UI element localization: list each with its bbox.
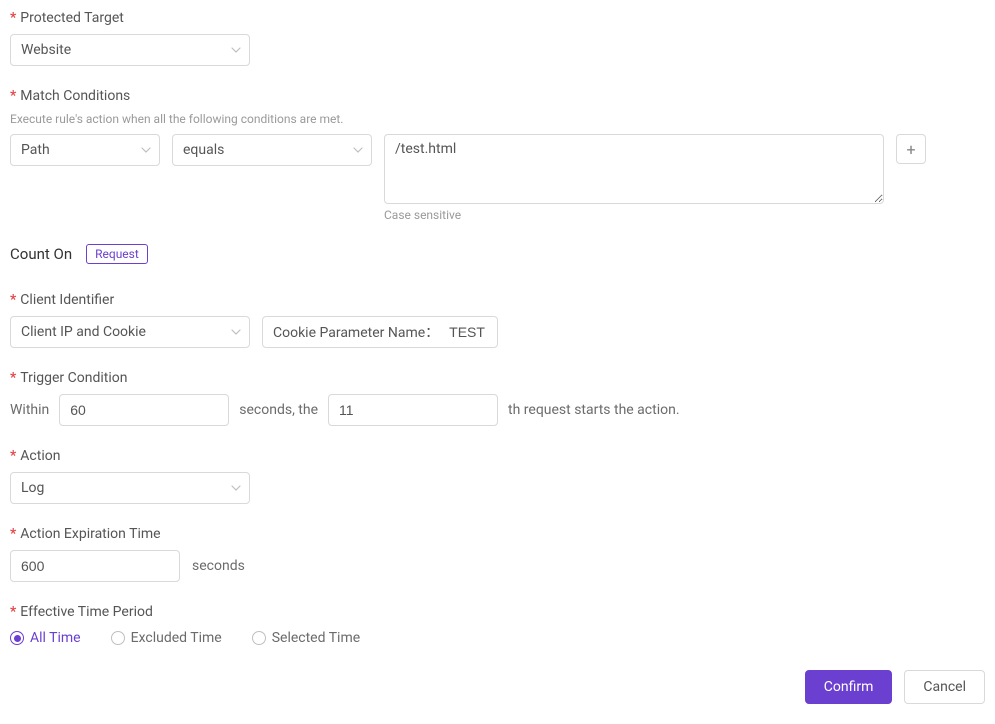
cookie-param-input[interactable] — [447, 323, 487, 341]
match-field-value: Path — [21, 142, 50, 158]
radio-all-time[interactable]: All Time — [10, 630, 81, 646]
radio-circle-icon — [10, 631, 24, 645]
radio-selected-time-label: Selected Time — [272, 630, 360, 646]
confirm-button[interactable]: Confirm — [805, 670, 893, 704]
match-conditions-hint: Execute rule's action when all the follo… — [10, 112, 985, 126]
action-select[interactable]: Log — [10, 472, 250, 504]
trigger-suffix-text: th request starts the action. — [508, 402, 680, 418]
action-label: * Action — [10, 448, 985, 464]
trigger-seconds-text: seconds, the — [239, 402, 318, 418]
chevron-down-icon — [141, 147, 151, 153]
match-operator-select[interactable]: equals — [172, 134, 372, 166]
action-expiration-input[interactable] — [10, 550, 180, 582]
cookie-parameter-group: Cookie Parameter Name： — [262, 316, 498, 348]
radio-circle-icon — [111, 631, 125, 645]
plus-icon: + — [906, 140, 915, 159]
case-sensitive-note: Case sensitive — [384, 208, 884, 222]
count-on-tag[interactable]: Request — [86, 244, 148, 264]
trigger-count-input[interactable] — [328, 394, 498, 426]
count-on-label: Count On — [10, 245, 72, 263]
client-identifier-label: * Client Identifier — [10, 292, 985, 308]
radio-selected-time[interactable]: Selected Time — [252, 630, 360, 646]
chevron-down-icon — [231, 47, 241, 53]
radio-circle-icon — [252, 631, 266, 645]
protected-target-label: * Protected Target — [10, 10, 985, 26]
cookie-param-label: Cookie Parameter Name： — [273, 322, 439, 342]
trigger-condition-label: * Trigger Condition — [10, 370, 985, 386]
cancel-button-label: Cancel — [923, 679, 966, 695]
trigger-within-text: Within — [10, 402, 49, 418]
chevron-down-icon — [353, 147, 363, 153]
client-identifier-select[interactable]: Client IP and Cookie — [10, 316, 250, 348]
radio-excluded-time-label: Excluded Time — [131, 630, 222, 646]
trigger-seconds-input[interactable] — [59, 394, 229, 426]
match-conditions-label: * Match Conditions — [10, 88, 985, 104]
match-value-input[interactable] — [384, 134, 884, 204]
radio-all-time-label: All Time — [30, 630, 81, 646]
chevron-down-icon — [231, 485, 241, 491]
cancel-button[interactable]: Cancel — [904, 670, 985, 704]
add-condition-button[interactable]: + — [896, 134, 926, 164]
effective-time-label: * Effective Time Period — [10, 604, 985, 620]
action-expiration-label: * Action Expiration Time — [10, 526, 985, 542]
radio-excluded-time[interactable]: Excluded Time — [111, 630, 222, 646]
action-expiration-unit: seconds — [192, 558, 245, 574]
protected-target-select[interactable]: Website — [10, 34, 250, 66]
protected-target-value: Website — [21, 42, 71, 58]
match-operator-value: equals — [183, 142, 224, 158]
client-identifier-value: Client IP and Cookie — [21, 324, 146, 340]
match-field-select[interactable]: Path — [10, 134, 160, 166]
confirm-button-label: Confirm — [824, 679, 874, 695]
chevron-down-icon — [231, 329, 241, 335]
action-value: Log — [21, 480, 44, 496]
